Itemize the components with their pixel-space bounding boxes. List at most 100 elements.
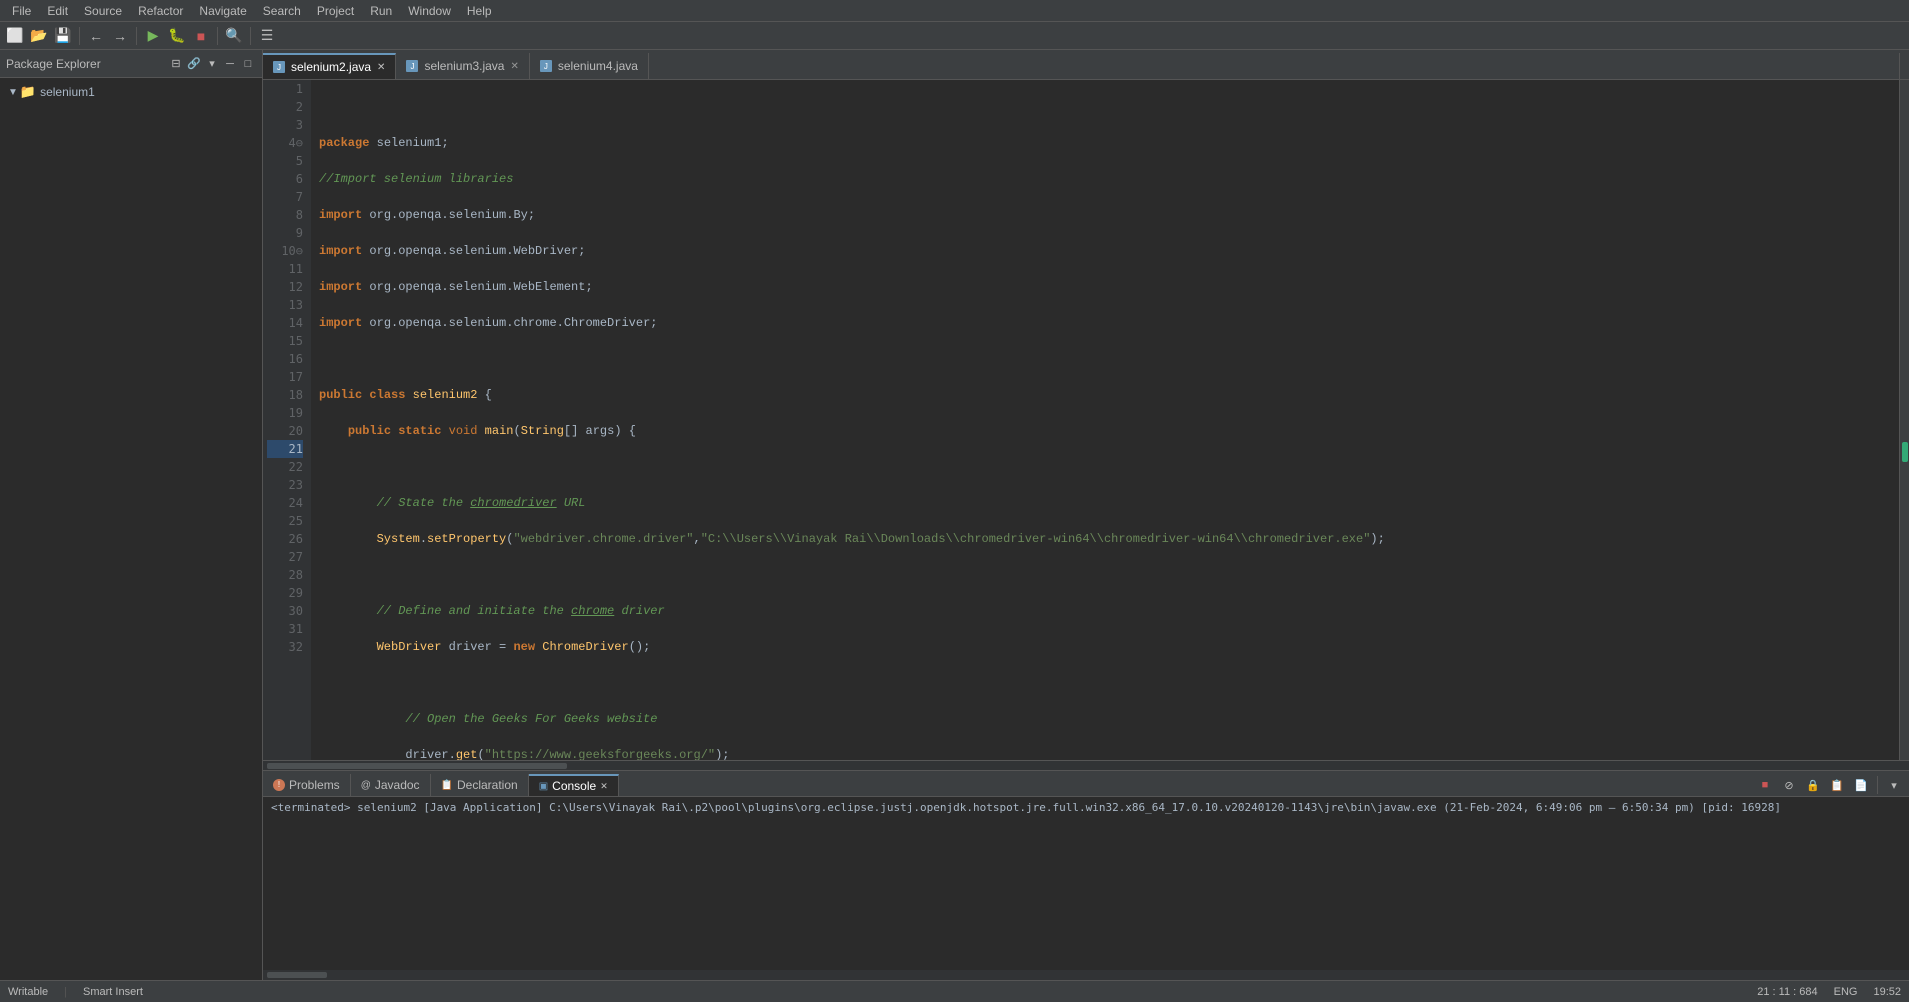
console-scroll-lock[interactable]: 🔒 bbox=[1802, 774, 1824, 796]
menu-source[interactable]: Source bbox=[76, 2, 130, 20]
line-numbers: 1 2 3 4⊖ 5 6 7 8 9 10⊖ 11 12 13 14 15 16 bbox=[263, 80, 311, 760]
menu-help[interactable]: Help bbox=[459, 2, 500, 20]
ln-27: 27 bbox=[267, 548, 303, 566]
status-lang: ENG bbox=[1834, 986, 1858, 998]
toolbar-sep-1 bbox=[79, 27, 80, 45]
tab-selenium4[interactable]: J selenium4.java bbox=[530, 53, 649, 79]
tab-close-selenium3[interactable]: ✕ bbox=[510, 61, 518, 72]
ln-25: 25 bbox=[267, 512, 303, 530]
bottom-tab-problems[interactable]: ! Problems bbox=[263, 774, 351, 796]
toolbar-debug[interactable]: 🐛 bbox=[166, 25, 188, 47]
toolbar-sep-2 bbox=[136, 27, 137, 45]
bottom-tab-declaration[interactable]: 📋 Declaration bbox=[431, 774, 529, 796]
ln-9: 9 bbox=[267, 224, 303, 242]
tab-close-selenium2[interactable]: ✕ bbox=[377, 62, 385, 73]
h-scrollbar-thumb[interactable] bbox=[267, 763, 567, 769]
sidebar: Package Explorer ⊟ 🔗 ▾ ─ □ ▼ 📁 selenium1 bbox=[0, 50, 263, 980]
scroll-indicator[interactable] bbox=[1902, 442, 1908, 462]
maximize-panel-btn[interactable]: □ bbox=[240, 56, 256, 72]
code-line-19: driver.get("https://www.geeksforgeeks.or… bbox=[319, 746, 1891, 760]
menu-search[interactable]: Search bbox=[255, 2, 309, 20]
status-bar: Writable | Smart Insert 21 : 11 : 684 EN… bbox=[0, 980, 1909, 1002]
ln-26: 26 bbox=[267, 530, 303, 548]
ln-23: 23 bbox=[267, 476, 303, 494]
code-line-15: // Define and initiate the chrome driver bbox=[319, 602, 1891, 620]
ln-31: 31 bbox=[267, 620, 303, 638]
menu-edit[interactable]: Edit bbox=[39, 2, 76, 20]
tab-selenium2[interactable]: J selenium2.java ✕ bbox=[263, 53, 396, 79]
code-line-17 bbox=[319, 674, 1891, 692]
tab-icon-selenium3: J bbox=[406, 60, 418, 72]
ln-12: 12 bbox=[267, 278, 303, 296]
link-with-editor-btn[interactable]: 🔗 bbox=[186, 56, 202, 72]
bottom-tab-declaration-label: Declaration bbox=[457, 778, 518, 792]
code-content[interactable]: package selenium1; //Import selenium lib… bbox=[311, 80, 1899, 760]
code-line-6: import org.openqa.selenium.WebElement; bbox=[319, 278, 1891, 296]
code-editor[interactable]: 1 2 3 4⊖ 5 6 7 8 9 10⊖ 11 12 13 14 15 16 bbox=[263, 80, 1899, 760]
horizontal-scrollbar[interactable] bbox=[263, 760, 1909, 770]
code-line-7: import org.openqa.selenium.chrome.Chrome… bbox=[319, 314, 1891, 332]
code-line-8 bbox=[319, 350, 1891, 368]
tree-arrow: ▼ bbox=[8, 87, 18, 98]
console-terminate[interactable]: ■ bbox=[1754, 774, 1776, 796]
status-insert: Smart Insert bbox=[83, 986, 143, 998]
sidebar-content: ▼ 📁 selenium1 bbox=[0, 78, 262, 980]
toolbar-search[interactable]: 🔍 bbox=[223, 25, 245, 47]
ln-11: 11 bbox=[267, 260, 303, 278]
problems-icon: ! bbox=[273, 779, 285, 791]
toolbar-back[interactable]: ← bbox=[85, 25, 107, 47]
bottom-tabs: ! Problems @ Javadoc 📋 Declaration ▣ Con… bbox=[263, 771, 1909, 797]
bottom-panel: ! Problems @ Javadoc 📋 Declaration ▣ Con… bbox=[263, 770, 1909, 970]
menu-project[interactable]: Project bbox=[309, 2, 362, 20]
status-right: 21 : 11 : 684 ENG 19:52 bbox=[1757, 986, 1901, 998]
panel-header-icons: ⊟ 🔗 ▾ ─ □ bbox=[168, 56, 256, 72]
ln-28: 28 bbox=[267, 566, 303, 584]
bottom-tab-javadoc[interactable]: @ Javadoc bbox=[351, 774, 431, 796]
bottom-h-scrollbar-thumb[interactable] bbox=[267, 972, 327, 978]
ln-5: 5 bbox=[267, 152, 303, 170]
console-close-btn[interactable]: ✕ bbox=[600, 781, 608, 792]
console-paste[interactable]: 📄 bbox=[1850, 774, 1872, 796]
code-line-13: System.setProperty("webdriver.chrome.dri… bbox=[319, 530, 1891, 548]
ln-17: 17 bbox=[267, 368, 303, 386]
project-tree-item[interactable]: ▼ 📁 selenium1 bbox=[0, 82, 262, 102]
code-line-16: WebDriver driver = new ChromeDriver(); bbox=[319, 638, 1891, 656]
toolbar-save[interactable]: 💾 bbox=[52, 25, 74, 47]
bottom-h-scrollbar[interactable] bbox=[263, 970, 1909, 980]
package-explorer-title: Package Explorer bbox=[6, 57, 162, 71]
toolbar-perspective[interactable]: ☰ bbox=[256, 25, 278, 47]
console-menu[interactable]: ▾ bbox=[1883, 774, 1905, 796]
panel-menu-btn[interactable]: ▾ bbox=[204, 56, 220, 72]
tab-bar: J selenium2.java ✕ J selenium3.java ✕ J … bbox=[263, 50, 1909, 80]
ln-16: 16 bbox=[267, 350, 303, 368]
bottom-tab-console[interactable]: ▣ Console ✕ bbox=[529, 774, 619, 796]
menu-run[interactable]: Run bbox=[362, 2, 400, 20]
toolbar-forward[interactable]: → bbox=[109, 25, 131, 47]
code-line-14 bbox=[319, 566, 1891, 584]
menu-window[interactable]: Window bbox=[400, 2, 459, 20]
console-terminated-text: <terminated> selenium2 [Java Application… bbox=[271, 801, 1781, 814]
console-clear[interactable]: ⊘ bbox=[1778, 774, 1800, 796]
toolbar-open[interactable]: 📂 bbox=[28, 25, 50, 47]
code-line-4: import org.openqa.selenium.By; bbox=[319, 206, 1891, 224]
code-line-1 bbox=[319, 98, 1891, 116]
editor-right-gutter bbox=[1899, 80, 1909, 760]
toolbar-stop[interactable]: ■ bbox=[190, 25, 212, 47]
minimize-panel-btn[interactable]: ─ bbox=[222, 56, 238, 72]
toolbar-run[interactable]: ▶ bbox=[142, 25, 164, 47]
toolbar-new[interactable]: ⬜ bbox=[4, 25, 26, 47]
tab-bar-scrollbar bbox=[1899, 53, 1909, 79]
code-line-18: // Open the Geeks For Geeks website bbox=[319, 710, 1891, 728]
console-copy[interactable]: 📋 bbox=[1826, 774, 1848, 796]
code-line-11 bbox=[319, 458, 1891, 476]
menu-refactor[interactable]: Refactor bbox=[130, 2, 191, 20]
menu-navigate[interactable]: Navigate bbox=[191, 2, 254, 20]
ln-32: 32 bbox=[267, 638, 303, 656]
ln-29: 29 bbox=[267, 584, 303, 602]
collapse-all-btn[interactable]: ⊟ bbox=[168, 56, 184, 72]
tab-selenium3[interactable]: J selenium3.java ✕ bbox=[396, 53, 529, 79]
ln-15: 15 bbox=[267, 332, 303, 350]
tab-label-selenium2: selenium2.java bbox=[291, 60, 371, 74]
menu-file[interactable]: File bbox=[4, 2, 39, 20]
ln-14: 14 bbox=[267, 314, 303, 332]
